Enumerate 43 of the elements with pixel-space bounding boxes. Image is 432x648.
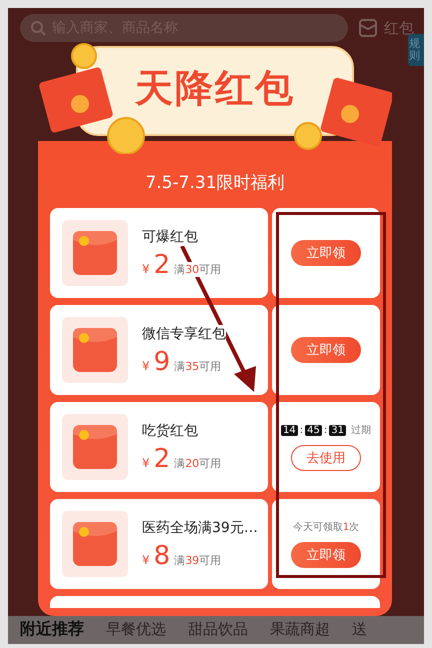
use-button[interactable]: 去使用 xyxy=(291,445,361,471)
coupon-amount: 2 xyxy=(154,252,170,278)
coupon-condition: 满20可用 xyxy=(174,456,222,471)
claim-button[interactable]: 立即领 xyxy=(291,337,361,363)
category-tab[interactable]: 附近推荐 xyxy=(20,618,84,640)
coupon-name: 微信专享红包 xyxy=(142,325,226,343)
category-tab[interactable]: 早餐优选 xyxy=(106,620,166,638)
countdown-digits: 14 xyxy=(281,424,298,436)
envelope-icon xyxy=(62,511,128,577)
coupon-condition: 满39可用 xyxy=(174,553,222,568)
currency-sign: ¥ xyxy=(142,553,150,567)
envelope-icon xyxy=(62,220,128,286)
countdown-digits: 31 xyxy=(329,424,346,436)
rules-tab[interactable]: 规则 xyxy=(408,34,424,66)
category-tab[interactable]: 甜品饮品 xyxy=(188,620,248,638)
countdown-digits: 45 xyxy=(305,424,322,436)
coupon-amount: 9 xyxy=(154,349,170,375)
currency-sign: ¥ xyxy=(142,456,150,470)
claim-limit-note: 今天可领取1次 xyxy=(292,521,360,534)
coupon-amount: 2 xyxy=(154,446,170,472)
currency-sign: ¥ xyxy=(142,262,150,276)
popup-subtitle: 7.5-7.31限时福利 xyxy=(145,172,285,194)
countdown-separator: : xyxy=(300,424,304,436)
expiry-label: 过期 xyxy=(350,424,371,437)
coupon-condition: 满30可用 xyxy=(174,262,222,277)
envelope-icon[interactable] xyxy=(358,18,378,38)
coupon-name: 吃货红包 xyxy=(142,422,198,440)
coupon-amount: 8 xyxy=(154,543,170,569)
countdown-separator: : xyxy=(324,424,328,436)
coin-drawing xyxy=(71,43,97,69)
category-tab[interactable]: 果蔬商超 xyxy=(270,620,330,638)
search-icon xyxy=(30,20,46,36)
coupon-name: 可爆红包 xyxy=(142,228,198,246)
coupon-name: 医药全场满39元… xyxy=(142,519,258,537)
coupon-condition: 满35可用 xyxy=(174,359,222,374)
currency-sign: ¥ xyxy=(142,359,150,373)
claim-button[interactable]: 立即领 xyxy=(291,542,361,568)
popup-title: 天降红包 xyxy=(135,66,295,112)
category-tab[interactable]: 送 xyxy=(352,620,367,638)
coin-drawing xyxy=(107,117,145,154)
envelope-icon xyxy=(62,317,128,383)
claim-button[interactable]: 立即领 xyxy=(291,240,361,266)
envelope-icon xyxy=(62,414,128,480)
